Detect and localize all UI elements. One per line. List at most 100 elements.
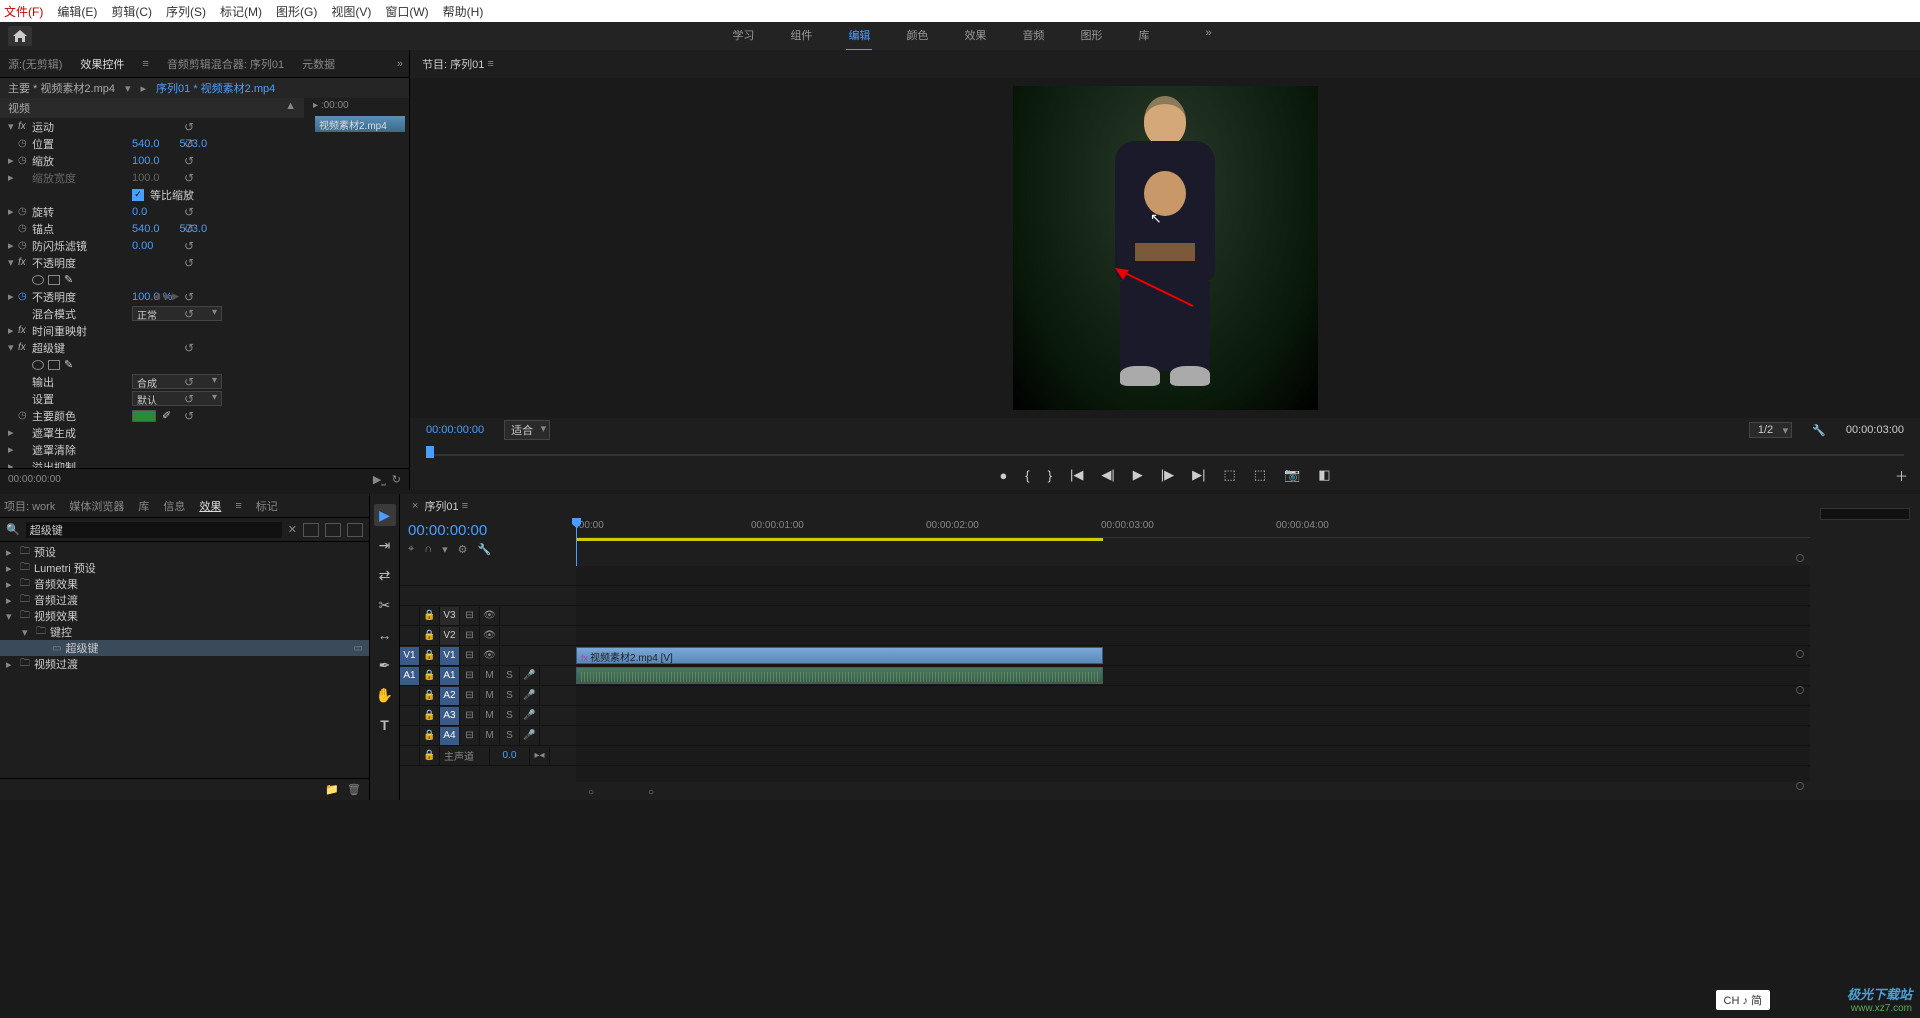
delete-icon[interactable]: 🗑 [347, 783, 361, 796]
marker-icon[interactable]: ▾ [442, 543, 448, 556]
stopwatch-icon[interactable]: ◷ [18, 138, 32, 149]
reset-icon[interactable]: ↺ [184, 256, 194, 270]
mark-in-icon[interactable]: { [1025, 468, 1029, 483]
home-icon[interactable] [8, 26, 32, 46]
hand-tool-icon[interactable]: ✋ [374, 684, 396, 706]
vertical-zoom[interactable] [1796, 550, 1806, 782]
step-forward-icon[interactable]: |▶ [1161, 467, 1174, 483]
folder-预设[interactable]: 🗀预设 [0, 544, 369, 560]
chevron-right-icon[interactable]: ▸ [8, 426, 18, 439]
program-monitor[interactable]: ↖ [410, 78, 1920, 418]
position-x[interactable]: 540.0 [132, 138, 160, 150]
effects-search-input[interactable] [26, 522, 282, 538]
lift-icon[interactable]: ⬚ [1223, 467, 1235, 483]
chevron-right-icon[interactable]: ▸ [8, 324, 18, 337]
voice-over-icon[interactable]: 🎤 [520, 727, 540, 745]
menu-sequence[interactable]: 序列(S) [166, 3, 206, 20]
collapse-icon[interactable]: ▸◂ [530, 747, 550, 765]
audio-track-header[interactable]: A1🔒A1⊟MS🎤 [400, 666, 576, 686]
mute-icon[interactable]: M [480, 687, 500, 705]
track-target[interactable]: V3 [440, 607, 460, 625]
ime-indicator[interactable]: CH ♪ 简 [1716, 990, 1771, 1010]
lock-icon[interactable]: 🔒 [420, 747, 440, 765]
chevron-icon[interactable] [6, 546, 16, 559]
stopwatch-icon[interactable]: ◷ [18, 206, 32, 217]
zoom-fit-select[interactable]: 适合 [504, 420, 550, 440]
chevron-icon[interactable] [6, 562, 16, 575]
extract-icon[interactable]: ⬚ [1254, 467, 1266, 483]
toggle-output-icon[interactable]: 👁 [480, 647, 500, 665]
setting-select[interactable]: 默认 [132, 391, 222, 406]
mute-icon[interactable]: M [480, 667, 500, 685]
tab-library[interactable]: 库 [138, 498, 149, 514]
ellipse-mask-icon[interactable] [32, 360, 44, 370]
ws-graphics[interactable]: 图形 [1078, 21, 1104, 51]
fx-badge[interactable]: fx [18, 257, 32, 268]
sequence-tab[interactable]: 序列01 [424, 498, 458, 514]
reset-icon[interactable]: ↺ [184, 239, 194, 253]
export-frame-icon[interactable]: 📷 [1284, 467, 1300, 483]
sync-lock-icon[interactable]: ⊟ [460, 667, 480, 685]
slip-tool-icon[interactable]: ↔ [374, 624, 396, 646]
pen-tool-icon[interactable]: ✒ [374, 654, 396, 676]
voice-over-icon[interactable]: 🎤 [520, 667, 540, 685]
eyedropper-icon[interactable]: ✐ [162, 409, 171, 422]
clear-search-icon[interactable]: ✕ [288, 523, 297, 536]
sync-lock-icon[interactable]: ⊟ [460, 607, 480, 625]
reset-icon[interactable]: ↺ [184, 290, 194, 304]
ws-effects[interactable]: 效果 [962, 21, 988, 51]
lock-icon[interactable]: 🔒 [420, 607, 440, 625]
video-track-lane[interactable]: fx视频素材2.mp4 [V] [576, 646, 1810, 666]
folder-视频过渡[interactable]: 🗀视频过渡 [0, 656, 369, 672]
chevron-right-icon[interactable]: ▸ [8, 443, 18, 456]
effect-item[interactable]: ▭超级键▭ [0, 640, 369, 656]
stopwatch-icon[interactable]: ◷ [18, 223, 32, 234]
master-val[interactable]: 0.0 [490, 747, 530, 765]
prop-matte-clean[interactable]: 遮罩清除 [32, 442, 132, 458]
lock-icon[interactable]: 🔒 [420, 627, 440, 645]
voice-over-icon[interactable]: 🎤 [520, 687, 540, 705]
rotation-val[interactable]: 0.0 [132, 206, 147, 218]
type-tool-icon[interactable]: T [374, 714, 396, 736]
ws-assembly[interactable]: 组件 [788, 21, 814, 51]
settings-icon[interactable]: ⚙ [458, 543, 468, 556]
output-select[interactable]: 合成 [132, 374, 222, 389]
filter-badge-1[interactable] [303, 523, 319, 537]
ws-color[interactable]: 颜色 [904, 21, 930, 51]
tab-audio-mixer[interactable]: 音频剪辑混合器: 序列01 [167, 56, 284, 72]
playhead-icon[interactable] [426, 446, 434, 458]
reset-icon[interactable]: ↺ [184, 222, 194, 236]
track-content[interactable]: fx视频素材2.mp4 [V] [576, 566, 1810, 782]
rect-mask-icon[interactable] [48, 275, 60, 285]
pen-mask-icon[interactable]: ✎ [64, 358, 73, 371]
reset-icon[interactable]: ↺ [184, 188, 194, 202]
ws-edit[interactable]: 编辑 [846, 21, 872, 51]
resolution-select[interactable]: 1/2 [1749, 422, 1792, 438]
solo-icon[interactable]: S [500, 707, 520, 725]
prop-matte-gen[interactable]: 遮罩生成 [32, 425, 132, 441]
video-track-header[interactable]: V1🔒V1⊟👁 [400, 646, 576, 666]
track-target[interactable]: V1 [440, 647, 460, 665]
blend-mode-select[interactable]: 正常 [132, 306, 222, 321]
lock-icon[interactable]: 🔒 [420, 727, 440, 745]
menu-file[interactable]: 文件(F) [4, 3, 43, 20]
chevron-right-icon[interactable]: ▸ [8, 290, 18, 303]
scale-val[interactable]: 100.0 [132, 155, 160, 167]
panel-menu-icon[interactable]: ≡ [462, 500, 468, 512]
track-target[interactable]: A2 [440, 687, 460, 705]
audio-track-header[interactable]: 🔒A2⊟MS🎤 [400, 686, 576, 706]
menu-clip[interactable]: 剪辑(C) [111, 3, 152, 20]
timeline-zoom-scroll[interactable] [588, 787, 1802, 795]
menu-window[interactable]: 窗口(W) [385, 3, 428, 20]
chevron-right-icon[interactable]: ▸ [8, 171, 18, 184]
mute-icon[interactable]: M [480, 707, 500, 725]
fx-motion[interactable]: 运动 [32, 119, 132, 135]
fx-opacity[interactable]: 不透明度 [32, 255, 132, 271]
chevron-down-icon[interactable]: ▾ [8, 341, 18, 354]
lock-icon[interactable]: 🔒 [420, 647, 440, 665]
reset-icon[interactable]: ↺ [184, 409, 194, 423]
rect-mask-icon[interactable] [48, 360, 60, 370]
work-area-bar[interactable] [576, 538, 1103, 541]
reset-icon[interactable]: ↺ [184, 341, 194, 355]
source-patch[interactable]: V1 [400, 647, 420, 665]
